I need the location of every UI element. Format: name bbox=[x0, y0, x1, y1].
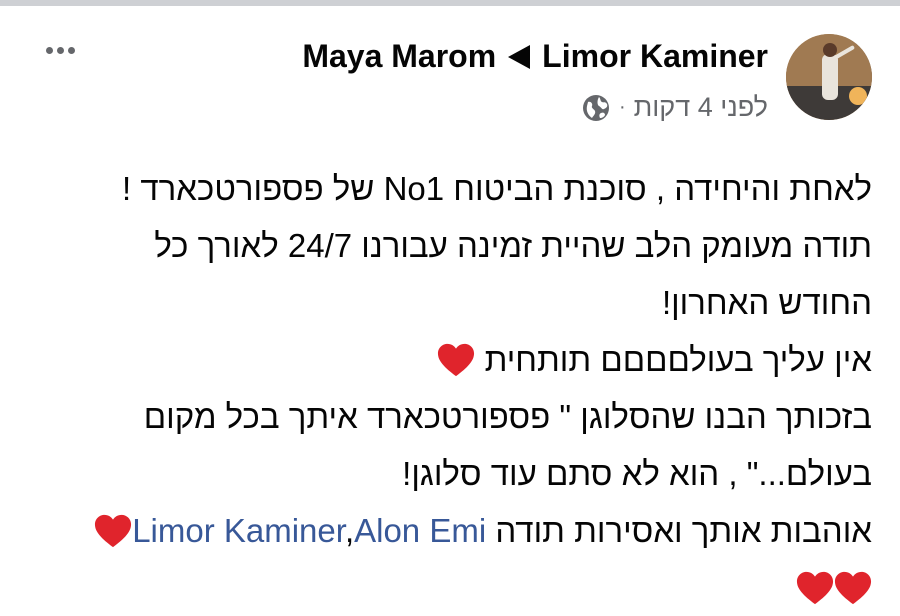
mention-alon-emi[interactable]: Alon Emi bbox=[354, 512, 486, 549]
mention-separator: , bbox=[344, 512, 355, 549]
more-options-dot bbox=[56, 46, 64, 54]
meta-separator: · bbox=[618, 96, 626, 118]
mention-limor-kaminer[interactable]: Limor Kaminer bbox=[132, 512, 345, 549]
avatar-photo bbox=[786, 34, 872, 120]
more-options-dot bbox=[67, 46, 75, 54]
post-line: החודש האחרון! bbox=[661, 284, 872, 321]
post-line-text: אין עליך בעולםםםם תותחית bbox=[484, 341, 872, 378]
heart-icon bbox=[95, 514, 132, 548]
post-line: בעולם..." , הוא לא סתם עוד סלוגן! bbox=[402, 455, 872, 492]
post-line: תודה מעומק הלב שהיית זמינה עבורנו 24/7 ל… bbox=[154, 227, 872, 264]
post-line-text: אוהבות אותך ואסירות תודה bbox=[495, 512, 872, 549]
heart-icon bbox=[438, 343, 475, 377]
post-meta: לפני 4 דקות · bbox=[581, 92, 768, 123]
top-divider bbox=[0, 0, 900, 6]
heart-icon bbox=[834, 571, 872, 605]
heart-icon bbox=[796, 571, 834, 605]
triangle-right-icon bbox=[508, 44, 531, 69]
more-options-button[interactable] bbox=[38, 40, 82, 60]
post-timestamp[interactable]: לפני 4 דקות bbox=[634, 92, 768, 123]
post-line: בזכותך הבנו שהסלוגן " פספורטכארד איתך בכ… bbox=[143, 398, 872, 435]
author-name[interactable]: Maya Marom bbox=[302, 38, 496, 75]
post-line: לאחת והיחידה , סוכנת הביטוח No1 של פספור… bbox=[122, 170, 872, 207]
author-avatar[interactable] bbox=[786, 34, 872, 120]
post-line: אין עליך בעולםםםם תותחית bbox=[22, 331, 872, 388]
post-line bbox=[22, 559, 872, 616]
globe-icon[interactable] bbox=[581, 93, 611, 123]
target-name[interactable]: Limor Kaminer bbox=[542, 38, 768, 75]
more-options-icon bbox=[45, 46, 53, 54]
post-line: אוהבות אותך ואסירות תודה Limor Kaminer,A… bbox=[22, 502, 872, 559]
post-header-names: Maya Marom Limor Kaminer bbox=[302, 38, 768, 75]
post-text: לאחת והיחידה , סוכנת הביטוח No1 של פספור… bbox=[22, 160, 872, 616]
